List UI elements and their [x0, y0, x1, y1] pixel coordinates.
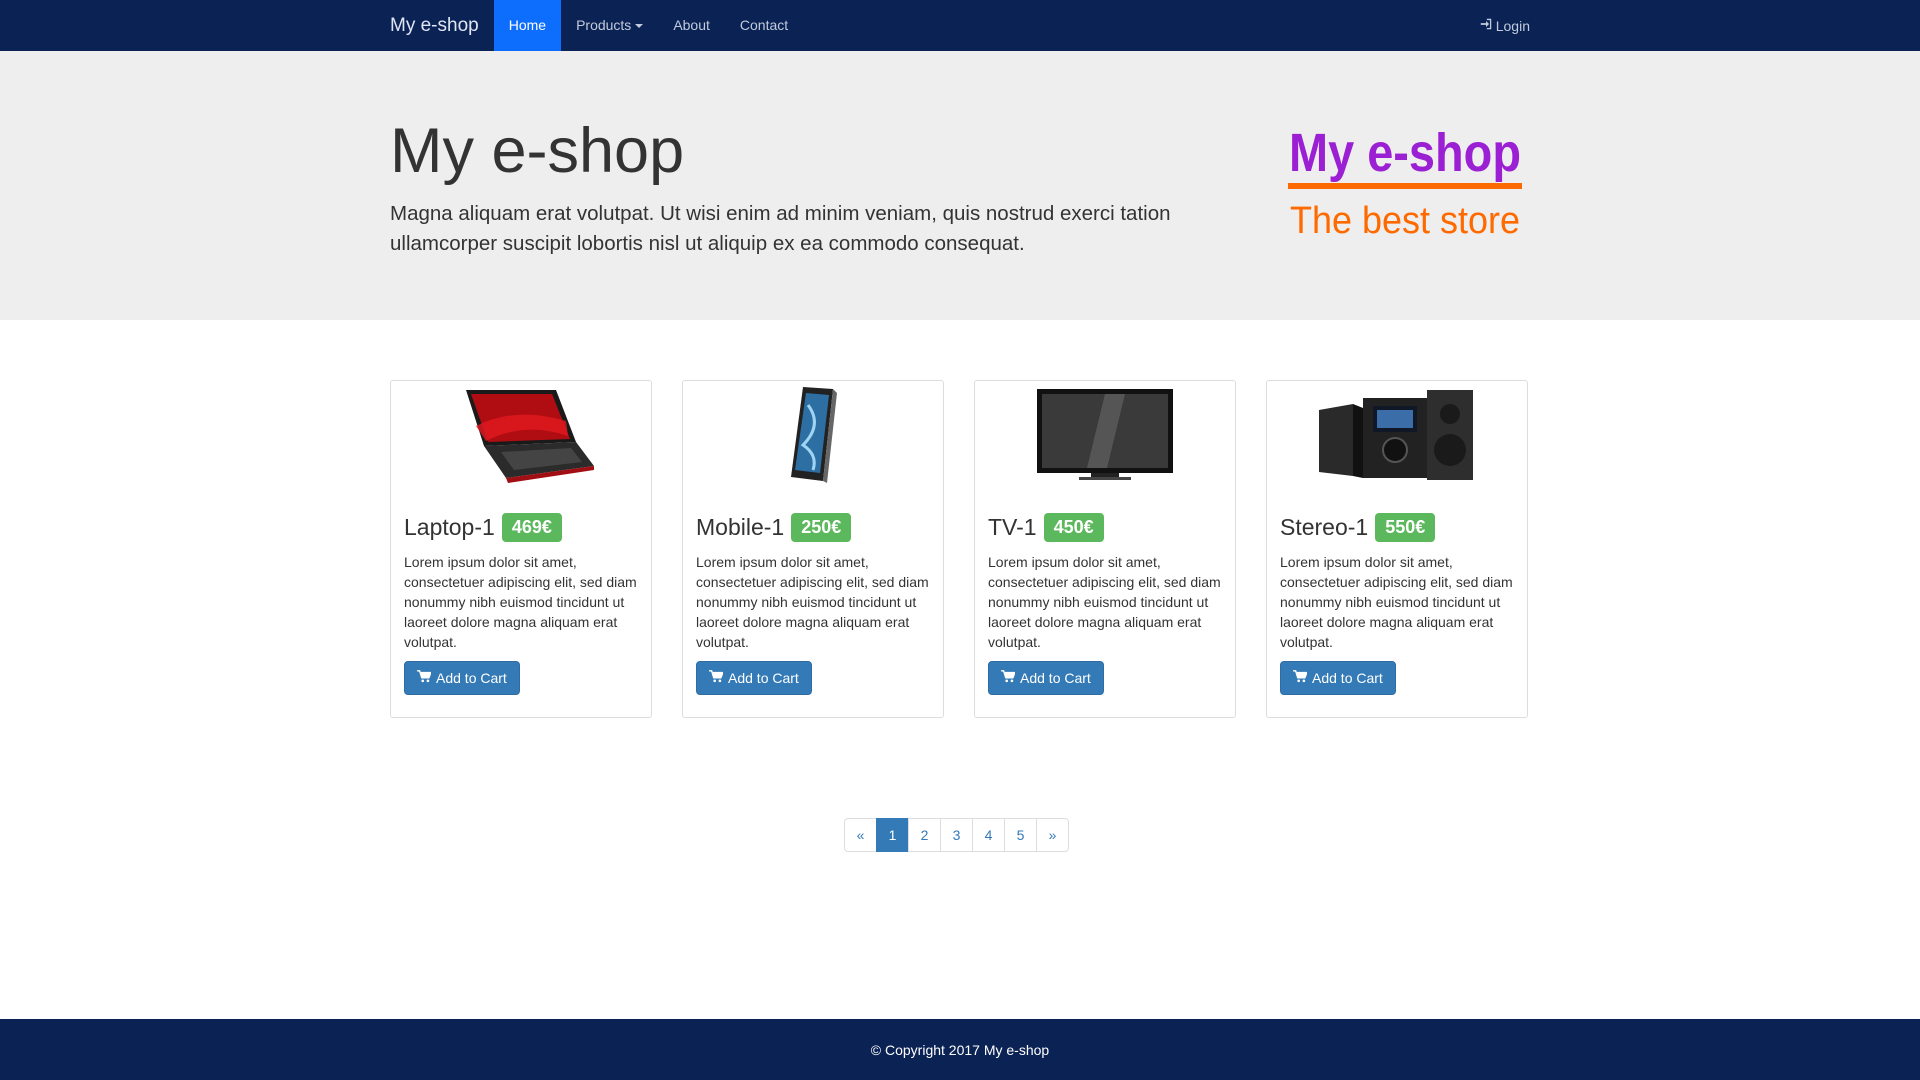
nav-item-home[interactable]: Home — [493, 0, 562, 51]
add-to-cart-button[interactable]: Add to Cart — [696, 661, 812, 695]
hero-title: My e-shop — [390, 116, 685, 186]
product-title-row: Laptop-1 469€ — [404, 513, 562, 542]
tv-icon — [975, 385, 1235, 485]
hero-text: Magna aliquam erat volutpat. Ut wisi eni… — [390, 202, 1171, 255]
price-badge: 550€ — [1375, 513, 1436, 542]
pagination-page-5[interactable]: 5 — [1004, 818, 1037, 852]
caret-down-icon — [635, 24, 644, 29]
product-name[interactable]: Stereo-1 — [1280, 514, 1368, 541]
product-card-mobile: Mobile-1 250€ Lorem ipsum dolor sit amet… — [682, 380, 944, 718]
logo-line1: My e-shop — [1289, 123, 1521, 183]
logo-underline — [1288, 183, 1522, 189]
nav-item-products[interactable]: Products — [561, 0, 658, 51]
pagination-page-3[interactable]: 3 — [940, 818, 973, 852]
price-badge: 250€ — [791, 513, 852, 542]
shopping-cart-icon — [709, 670, 724, 686]
pagination-page-1[interactable]: 1 — [876, 818, 909, 852]
navbar-inner: My e-shop Home Products About Contact Lo… — [390, 0, 1530, 51]
product-title-row: Stereo-1 550€ — [1280, 513, 1436, 542]
pagination: « 1 2 3 4 5 » — [844, 818, 1069, 852]
shopping-cart-icon — [417, 670, 432, 686]
stereo-icon — [1267, 385, 1527, 485]
store-logo: My e-shop The best store — [1275, 109, 1535, 242]
add-to-cart-button[interactable]: Add to Cart — [404, 661, 520, 695]
login-link[interactable]: Login — [1479, 17, 1530, 34]
pagination-prev[interactable]: « — [844, 818, 877, 852]
product-name[interactable]: TV-1 — [988, 514, 1037, 541]
product-card-laptop: Laptop-1 469€ Lorem ipsum dolor sit amet… — [390, 380, 652, 718]
hero-banner: My e-shop Magna aliquam erat volutpat. U… — [0, 51, 1920, 320]
add-to-cart-label: Add to Cart — [1020, 670, 1091, 686]
navbar-brand[interactable]: My e-shop — [390, 0, 494, 51]
product-grid: Laptop-1 469€ Lorem ipsum dolor sit amet… — [390, 380, 1530, 718]
add-to-cart-button[interactable]: Add to Cart — [988, 661, 1104, 695]
laptop-icon — [391, 385, 651, 485]
pagination-next[interactable]: » — [1036, 818, 1069, 852]
shopping-cart-icon — [1001, 670, 1016, 686]
product-description: Lorem ipsum dolor sit amet, consectetuer… — [696, 554, 929, 650]
nav-item-contact[interactable]: Contact — [725, 0, 803, 51]
logo-line2: The best store — [1290, 200, 1520, 239]
login-label: Login — [1495, 17, 1530, 34]
product-description: Lorem ipsum dolor sit amet, consectetuer… — [988, 554, 1221, 650]
navbar: My e-shop Home Products About Contact Lo… — [0, 0, 1920, 51]
add-to-cart-label: Add to Cart — [1312, 670, 1383, 686]
product-title-row: TV-1 450€ — [988, 513, 1104, 542]
product-name[interactable]: Mobile-1 — [696, 514, 784, 541]
add-to-cart-button[interactable]: Add to Cart — [1280, 661, 1396, 695]
price-badge: 469€ — [501, 513, 562, 542]
product-description: Lorem ipsum dolor sit amet, consectetuer… — [1280, 554, 1513, 650]
shopping-cart-icon — [1293, 670, 1308, 686]
add-to-cart-label: Add to Cart — [436, 670, 507, 686]
log-in-icon — [1479, 17, 1493, 34]
product-name[interactable]: Laptop-1 — [404, 514, 495, 541]
add-to-cart-label: Add to Cart — [728, 670, 799, 686]
product-card-stereo: Stereo-1 550€ Lorem ipsum dolor sit amet… — [1266, 380, 1528, 718]
footer-copyright: © Copyright 2017 My e-shop — [870, 1041, 1050, 1058]
pagination-page-4[interactable]: 4 — [972, 818, 1005, 852]
product-title-row: Mobile-1 250€ — [696, 513, 852, 542]
product-description: Lorem ipsum dolor sit amet, consectetuer… — [404, 554, 637, 650]
price-badge: 450€ — [1043, 513, 1104, 542]
pagination-page-2[interactable]: 2 — [908, 818, 941, 852]
product-card-tv: TV-1 450€ Lorem ipsum dolor sit amet, co… — [974, 380, 1236, 718]
footer: © Copyright 2017 My e-shop — [0, 1019, 1920, 1080]
nav-item-products-label: Products — [576, 17, 632, 33]
smartphone-icon — [683, 385, 943, 485]
nav-item-about[interactable]: About — [658, 0, 725, 51]
